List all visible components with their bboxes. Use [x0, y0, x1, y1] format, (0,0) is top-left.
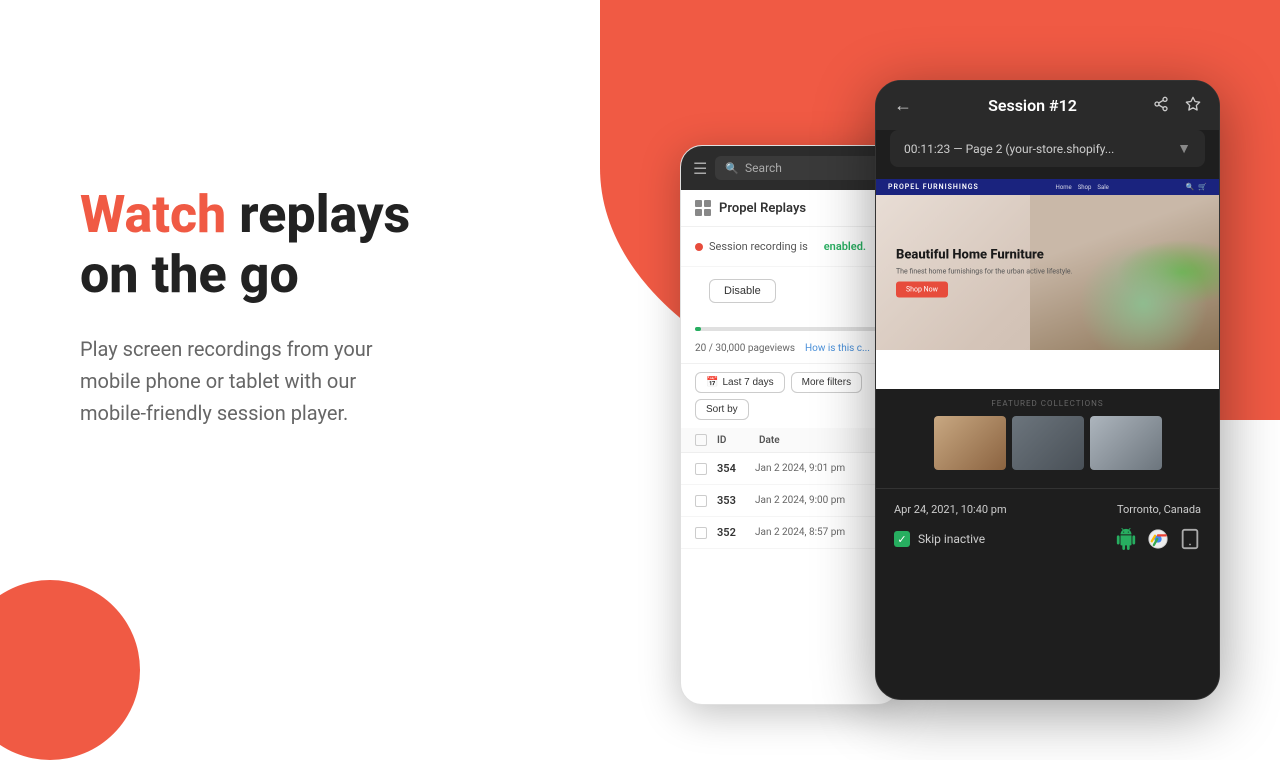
status-label: Session recording is	[709, 240, 808, 253]
thumbnails-row	[894, 416, 1201, 470]
row-id-354: 354	[717, 462, 745, 475]
row-checkbox-352[interactable]	[695, 527, 707, 539]
session-title: Session #12	[988, 96, 1077, 115]
calendar-icon: 📅	[706, 377, 718, 388]
store-search-icon: 🔍	[1186, 183, 1195, 191]
store-cart-icon: 🛒	[1198, 183, 1207, 191]
background-bottom-left	[0, 580, 140, 760]
row-date-354: Jan 2 2024, 9:01 pm	[755, 463, 845, 474]
header-icons	[1153, 96, 1201, 116]
row-checkbox-353[interactable]	[695, 495, 707, 507]
phone-right: ← Session #12 00:11:23 — P	[875, 80, 1220, 700]
session-timestamp: Apr 24, 2021, 10:40 pm	[894, 503, 1007, 516]
collections-label: FEATURED COLLECTIONS	[894, 399, 1201, 408]
more-filters-button[interactable]: More filters	[791, 372, 862, 393]
disable-btn-container: Disable	[681, 267, 899, 319]
phone-left: ☰ 🔍 Search Propel Replays Session record…	[680, 145, 900, 705]
row-date-352: Jan 2 2024, 8:57 pm	[755, 527, 845, 538]
last-7-days-label: Last 7 days	[722, 377, 773, 388]
status-value: enabled.	[824, 240, 866, 253]
status-dot	[695, 243, 703, 251]
skip-inactive-row: ✓ Skip inactive	[894, 531, 985, 547]
store-nav-sale: Sale	[1097, 184, 1108, 191]
device-icons	[1115, 528, 1201, 550]
checkmark-icon: ✓	[897, 533, 906, 546]
tablet-icon	[1179, 528, 1201, 550]
phone2-bottom: FEATURED COLLECTIONS Apr 24, 2021, 10:40…	[876, 389, 1219, 700]
star-icon[interactable]	[1185, 96, 1201, 116]
phone2-header: ← Session #12	[876, 81, 1219, 130]
search-icon: 🔍	[725, 162, 739, 175]
store-nav: Home Shop Sale	[1056, 184, 1109, 191]
hero-title: Beautiful Home Furniture	[896, 247, 1072, 264]
row-id-353: 353	[717, 494, 745, 507]
skip-inactive-label: Skip inactive	[918, 532, 985, 546]
thumbnail-3	[1090, 416, 1162, 470]
skip-inactive-checkbox[interactable]: ✓	[894, 531, 910, 547]
store-nav-home: Home	[1056, 184, 1072, 191]
last-7-days-button[interactable]: 📅 Last 7 days	[695, 372, 785, 393]
share-icon[interactable]	[1153, 96, 1169, 116]
app-title: Propel Replays	[719, 201, 806, 216]
store-logo: PROPEL FURNISHINGS	[888, 183, 979, 191]
store-hero: Beautiful Home Furniture The finest home…	[876, 195, 1219, 350]
app-icon	[695, 200, 711, 216]
search-bar[interactable]: 🔍 Search	[715, 156, 887, 180]
phone-left-header: ☰ 🔍 Search	[681, 146, 899, 190]
separator	[876, 488, 1219, 489]
disable-button[interactable]: Disable	[709, 279, 776, 303]
url-dropdown-arrow: ▼	[1177, 140, 1191, 157]
app-title-row: Propel Replays	[681, 190, 899, 227]
hero-text-box: Beautiful Home Furniture The finest home…	[896, 247, 1072, 298]
headline-watch: Watch	[80, 184, 226, 245]
row-id-352: 352	[717, 526, 745, 539]
bottom-controls: ✓ Skip inactive	[894, 528, 1201, 550]
progress-link[interactable]: How is this c...	[805, 343, 870, 354]
thumbnail-1	[934, 416, 1006, 470]
row-date-353: Jan 2 2024, 9:00 pm	[755, 495, 845, 506]
progress-area: 20 / 30,000 pageviews How is this c...	[681, 319, 899, 364]
search-placeholder: Search	[745, 161, 782, 175]
row-checkbox-354[interactable]	[695, 463, 707, 475]
table-row[interactable]: 352 Jan 2 2024, 8:57 pm	[681, 517, 899, 549]
col-date: Date	[759, 435, 780, 446]
header-checkbox[interactable]	[695, 434, 707, 446]
back-button[interactable]: ←	[894, 95, 912, 116]
url-bar[interactable]: 00:11:23 — Page 2 (your-store.shopify...…	[890, 130, 1205, 167]
url-text: 00:11:23 — Page 2 (your-store.shopify...	[904, 142, 1114, 156]
table-header: ID Date	[681, 428, 899, 453]
phone-right-body: ← Session #12 00:11:23 — P	[875, 80, 1220, 700]
thumbnail-2	[1012, 416, 1084, 470]
android-icon	[1115, 528, 1137, 550]
hamburger-icon[interactable]: ☰	[693, 159, 707, 178]
store-screenshot: PROPEL FURNISHINGS Home Shop Sale 🔍 🛒	[876, 179, 1219, 389]
main-headline: Watch replayson the go	[80, 185, 410, 305]
sort-by-button[interactable]: Sort by	[695, 399, 749, 420]
filters-row: 📅 Last 7 days More filters Sort by	[681, 364, 899, 428]
phone-left-body: ☰ 🔍 Search Propel Replays Session record…	[680, 145, 900, 705]
store-header-icons: 🔍 🛒	[1186, 183, 1207, 191]
left-content-area: Watch replayson the go Play screen recor…	[80, 185, 410, 429]
hero-shop-button[interactable]: Shop Now	[896, 282, 948, 298]
table-row[interactable]: 353 Jan 2 2024, 9:00 pm	[681, 485, 899, 517]
hero-subtitle: The finest home furnishings for the urba…	[896, 268, 1072, 276]
col-id: ID	[717, 435, 749, 446]
progress-text: 20 / 30,000 pageviews	[695, 343, 795, 354]
store-nav-shop: Shop	[1078, 184, 1092, 191]
footer-info: Apr 24, 2021, 10:40 pm Torronto, Canada	[894, 503, 1201, 516]
progress-bar-fill	[695, 327, 701, 331]
chrome-icon	[1147, 528, 1169, 550]
progress-bar-bg	[695, 327, 885, 331]
main-subtext: Play screen recordings from yourmobile p…	[80, 333, 410, 429]
recording-status-row: Session recording is enabled.	[681, 227, 899, 267]
session-location: Torronto, Canada	[1117, 503, 1201, 516]
table-row[interactable]: 354 Jan 2 2024, 9:01 pm	[681, 453, 899, 485]
store-header: PROPEL FURNISHINGS Home Shop Sale 🔍 🛒	[876, 179, 1219, 195]
